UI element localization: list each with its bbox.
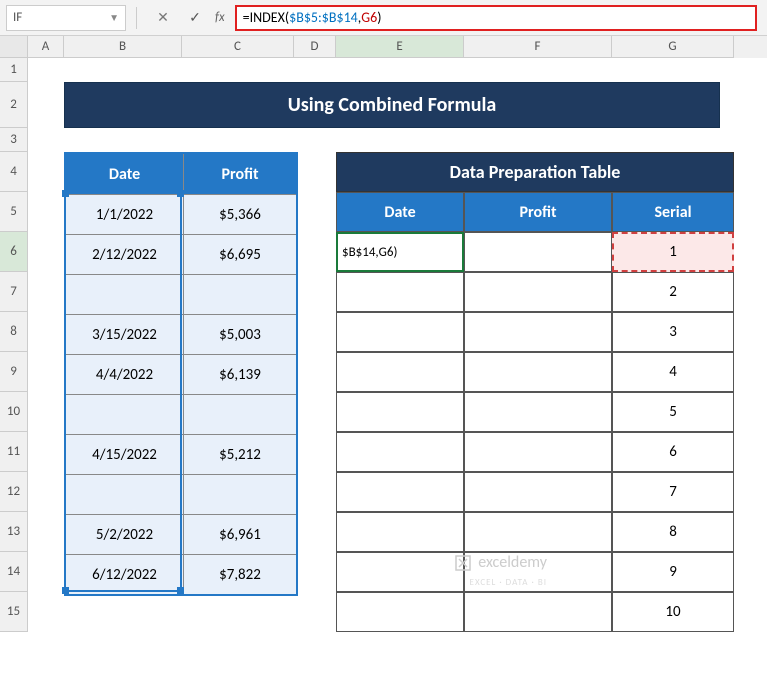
col-header-E[interactable]: E — [336, 36, 464, 58]
formula-close: ) — [377, 9, 381, 26]
chevron-down-icon[interactable]: ▼ — [109, 11, 119, 24]
cells-area[interactable]: Using Combined Formula Date Profit 1/1/2… — [28, 58, 767, 632]
table-row[interactable]: $B$14,G6) 1 — [336, 232, 734, 272]
table-row[interactable]: 5 — [336, 392, 734, 432]
col-header-D[interactable]: D — [294, 36, 336, 58]
row-header-9[interactable]: 9 — [0, 352, 28, 392]
table-row[interactable]: 9 — [336, 552, 734, 592]
formula-ref1: $B$5:$B$14 — [289, 9, 358, 26]
row-header-3[interactable]: 3 — [0, 128, 28, 152]
row-header-10[interactable]: 10 — [0, 392, 28, 432]
formula-fn: INDEX — [250, 9, 285, 26]
table-row[interactable]: 3 — [336, 312, 734, 352]
table-row[interactable] — [66, 394, 296, 434]
table-row[interactable]: 5/2/2022$6,961 — [66, 514, 296, 554]
row-header-8[interactable]: 8 — [0, 312, 28, 352]
prep-table: Date Profit Serial $B$14,G6) 1 2 3 4 5 6… — [336, 192, 734, 632]
column-headers: A B C D E F G — [0, 36, 767, 58]
divider — [136, 7, 137, 29]
row-header-2[interactable]: 2 — [0, 82, 28, 128]
table-row[interactable]: 8 — [336, 512, 734, 552]
table2-header-serial: Serial — [612, 192, 734, 232]
fx-icon[interactable]: fx — [215, 10, 225, 25]
table-row[interactable]: 1/1/2022$5,366 — [66, 194, 296, 234]
source-table: Date Profit 1/1/2022$5,366 2/12/2022$6,6… — [64, 152, 298, 596]
table-row[interactable]: 4/4/2022$6,139 — [66, 354, 296, 394]
spreadsheet-grid: A B C D E F G 1 2 3 4 5 6 7 8 9 10 11 12… — [0, 36, 767, 632]
table2-title: Data Preparation Table — [336, 152, 734, 192]
select-all-corner[interactable] — [0, 36, 28, 58]
table-row[interactable]: 6 — [336, 432, 734, 472]
name-box-value: IF — [13, 10, 22, 25]
table-row[interactable] — [66, 474, 296, 514]
table-row[interactable]: 10 — [336, 592, 734, 632]
cell[interactable] — [464, 232, 612, 272]
table-row[interactable]: 7 — [336, 472, 734, 512]
ref-cell[interactable]: 1 — [612, 232, 734, 272]
row-header-14[interactable]: 14 — [0, 552, 28, 592]
row-header-5[interactable]: 5 — [0, 192, 28, 232]
row-header-1[interactable]: 1 — [0, 58, 28, 82]
row-header-13[interactable]: 13 — [0, 512, 28, 552]
table-row[interactable]: 6/12/2022$7,822 — [66, 554, 296, 594]
table-row[interactable] — [66, 274, 296, 314]
col-header-A[interactable]: A — [28, 36, 64, 58]
col-header-F[interactable]: F — [464, 36, 612, 58]
row-header-12[interactable]: 12 — [0, 472, 28, 512]
table-row[interactable]: 2 — [336, 272, 734, 312]
table-row[interactable]: 2/12/2022$6,695 — [66, 234, 296, 274]
table1-header-profit: Profit — [184, 154, 296, 194]
check-icon[interactable]: ✓ — [185, 8, 205, 28]
row-header-6[interactable]: 6 — [0, 232, 28, 272]
col-header-B[interactable]: B — [64, 36, 182, 58]
table-row[interactable]: 4/15/2022$5,212 — [66, 434, 296, 474]
formula-ref2: G6 — [361, 9, 377, 26]
table1-header-date: Date — [66, 154, 184, 194]
formula-eq: = — [243, 9, 250, 26]
row-header-4[interactable]: 4 — [0, 152, 28, 192]
col-header-G[interactable]: G — [612, 36, 734, 58]
name-box[interactable]: IF ▼ — [6, 5, 126, 31]
row-header-7[interactable]: 7 — [0, 272, 28, 312]
table2-header-profit: Profit — [464, 192, 612, 232]
row-headers: 1 2 3 4 5 6 7 8 9 10 11 12 13 14 15 — [0, 58, 28, 632]
table2-header-date: Date — [336, 192, 464, 232]
page-title: Using Combined Formula — [64, 82, 720, 128]
table-row[interactable]: 4 — [336, 352, 734, 392]
formula-input[interactable]: =INDEX($B$5:$B$14,G6) — [235, 5, 757, 31]
cancel-icon[interactable]: ✕ — [153, 8, 173, 28]
row-header-15[interactable]: 15 — [0, 592, 28, 632]
row-header-11[interactable]: 11 — [0, 432, 28, 472]
active-cell[interactable]: $B$14,G6) — [336, 232, 464, 272]
formula-bar: IF ▼ ✕ ✓ fx =INDEX($B$5:$B$14,G6) — [0, 0, 767, 36]
table-row[interactable]: 3/15/2022$5,003 — [66, 314, 296, 354]
col-header-C[interactable]: C — [182, 36, 294, 58]
